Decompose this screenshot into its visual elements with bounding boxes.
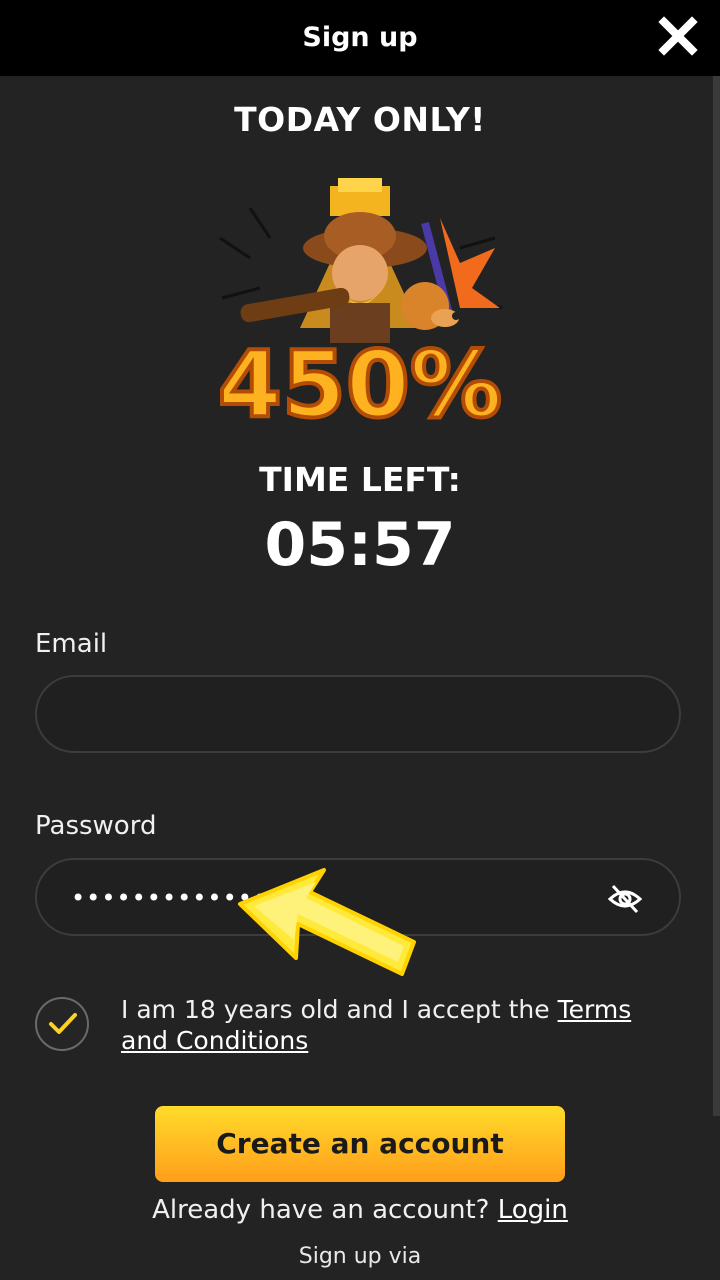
scrollbar[interactable] — [713, 76, 720, 1116]
eye-off-icon — [607, 884, 643, 914]
login-prompt: Already have an account? — [152, 1195, 498, 1225]
email-label: Email — [35, 629, 108, 659]
terms-statement: I am 18 years old and I accept the — [121, 995, 558, 1024]
email-field-container[interactable] — [35, 675, 681, 753]
checkmark-icon — [49, 1013, 77, 1034]
signup-page: Sign up TODAY ONLY! 450% TIME LEFT: 05:5… — [0, 0, 720, 1280]
timer-label: TIME LEFT: — [259, 460, 461, 499]
page-title: Sign up — [302, 22, 418, 53]
promo-title: TODAY ONLY! — [234, 100, 486, 139]
header-bar: Sign up — [0, 0, 720, 76]
bonus-text: 450% — [218, 331, 502, 438]
timer-value: 05:57 — [264, 510, 456, 580]
terms-checkbox[interactable] — [35, 997, 89, 1051]
terms-text: I am 18 years old and I accept the Terms… — [121, 994, 681, 1056]
login-link[interactable]: Login — [498, 1195, 568, 1225]
close-icon — [658, 16, 698, 56]
promo-banner-image: 450% — [216, 178, 504, 440]
close-button[interactable] — [658, 16, 698, 56]
email-field[interactable] — [69, 677, 613, 753]
pointer-arrow-icon — [238, 868, 416, 976]
login-prompt-row: Already have an account? Login — [0, 1195, 720, 1225]
password-visibility-toggle[interactable] — [607, 881, 643, 917]
signup-via-label: Sign up via — [298, 1244, 422, 1269]
create-account-button[interactable]: Create an account — [155, 1106, 565, 1182]
password-label: Password — [35, 811, 157, 841]
